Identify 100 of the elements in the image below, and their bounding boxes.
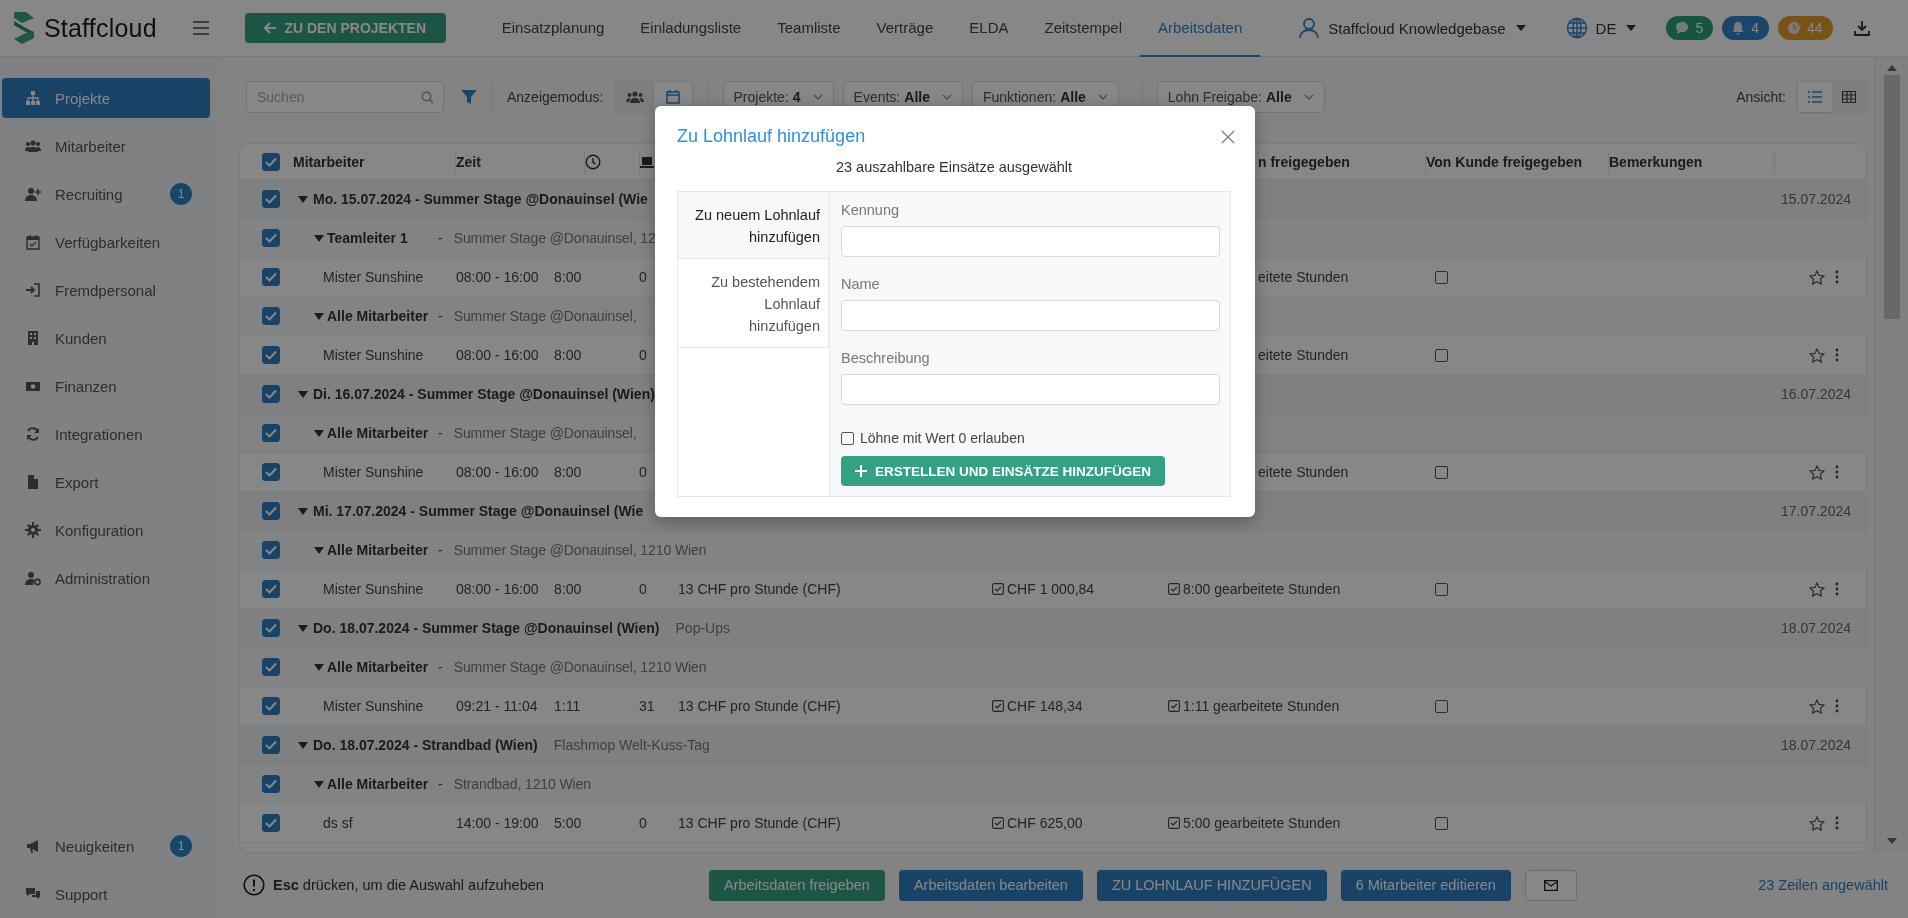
checkbox[interactable]: [1435, 699, 1448, 713]
sidebar-item[interactable]: Konfiguration: [2, 510, 210, 550]
caret-icon[interactable]: [298, 507, 308, 515]
caret-icon[interactable]: [314, 663, 324, 671]
more-icon[interactable]: [1835, 699, 1839, 713]
more-icon[interactable]: [1835, 465, 1839, 479]
more-icon[interactable]: [1835, 348, 1839, 362]
checkbox[interactable]: [262, 736, 280, 754]
column-header[interactable]: Von Kunde freigegeben: [1426, 153, 1583, 170]
checkbox[interactable]: [262, 424, 280, 442]
nav-tab[interactable]: Einsatzplanung: [483, 0, 623, 57]
caret-icon[interactable]: [314, 546, 324, 554]
sidebar-item[interactable]: Neuigkeiten 1: [2, 826, 210, 866]
caret-icon[interactable]: [298, 624, 308, 632]
input-field[interactable]: [841, 226, 1220, 257]
search-icon[interactable]: [421, 90, 434, 104]
action-button[interactable]: ZU LOHNLAUF HINZUFÜGEN: [1096, 869, 1327, 901]
more-icon[interactable]: [1835, 270, 1839, 284]
column-header[interactable]: Bemerkungen: [1609, 153, 1703, 170]
checkbox[interactable]: [262, 346, 280, 364]
sidebar-item[interactable]: Integrationen: [2, 414, 210, 454]
checkbox[interactable]: [262, 619, 280, 637]
checkbox[interactable]: [262, 814, 280, 832]
date-heading: Di. 16.07.2024 - Summer Stage @Donauinsel (Wien): [313, 386, 655, 402]
submit-button[interactable]: ERSTELLEN UND EINSÄTZE HINZUFÜGEN: [841, 456, 1165, 486]
star-icon[interactable]: [1809, 464, 1825, 480]
checkbox[interactable]: [262, 229, 280, 247]
caret-icon[interactable]: [298, 390, 308, 398]
more-icon[interactable]: [1835, 816, 1839, 830]
back-button[interactable]: ZU DEN PROJEKTEN: [244, 13, 446, 43]
checkbox[interactable]: [262, 775, 280, 793]
sidebar-item[interactable]: Fremdpersonal: [2, 270, 210, 310]
sidebar-item[interactable]: Export: [2, 462, 210, 502]
checkbox[interactable]: [262, 307, 280, 325]
sidebar-item[interactable]: Finanzen: [2, 366, 210, 406]
sidebar-item[interactable]: Recruiting 1: [2, 174, 210, 214]
caret-icon[interactable]: [314, 429, 324, 437]
action-button[interactable]: Arbeitsdaten bearbeiten: [898, 869, 1083, 901]
checkbox[interactable]: [1435, 348, 1448, 362]
input-field[interactable]: [841, 300, 1220, 331]
counter-badge[interactable]: 4: [1722, 16, 1770, 40]
download-icon[interactable]: [1854, 20, 1870, 36]
sidebar-item[interactable]: Support: [2, 874, 210, 914]
sidebar-item[interactable]: Projekte: [2, 78, 210, 118]
checkbox[interactable]: [262, 658, 280, 676]
caret-icon[interactable]: [298, 195, 308, 203]
star-icon[interactable]: [1809, 581, 1825, 597]
vertical-tab[interactable]: Zu neuem Lohnlauf hinzufügen: [678, 192, 829, 259]
scrollbar[interactable]: [1874, 57, 1908, 852]
star-icon[interactable]: [1809, 269, 1825, 285]
sidebar-item[interactable]: Kunden: [2, 318, 210, 358]
caret-icon[interactable]: [314, 234, 324, 242]
checkbox[interactable]: [1435, 816, 1448, 830]
checkbox[interactable]: [262, 541, 280, 559]
nav-tab[interactable]: Einladungsliste: [622, 0, 760, 57]
checkbox[interactable]: [262, 190, 280, 208]
nav-tab[interactable]: Zeitstempel: [1026, 0, 1140, 57]
star-icon[interactable]: [1809, 815, 1825, 831]
sidebar-item[interactable]: Mitarbeiter: [2, 126, 210, 166]
checkbox[interactable]: [262, 502, 280, 520]
checkbox[interactable]: [262, 268, 280, 286]
mail-button[interactable]: [1524, 869, 1577, 901]
checkbox[interactable]: [841, 431, 854, 445]
checkbox[interactable]: [262, 152, 280, 171]
checkbox[interactable]: [1435, 270, 1448, 284]
close-icon[interactable]: [1221, 129, 1235, 144]
column-header[interactable]: Mitarbeiter: [293, 153, 365, 170]
nav-tab[interactable]: Verträge: [858, 0, 952, 57]
star-icon[interactable]: [1809, 698, 1825, 714]
caret-icon[interactable]: [314, 312, 324, 320]
row-date: 18.07.2024: [1780, 620, 1851, 636]
language-menu[interactable]: DE: [1595, 19, 1617, 37]
sidebar-item[interactable]: Verfügbarkeiten: [2, 222, 210, 262]
more-icon[interactable]: [1835, 582, 1839, 596]
checkbox[interactable]: [262, 385, 280, 403]
separator-dash: -: [438, 230, 443, 246]
nav-tab[interactable]: ELDA: [951, 0, 1027, 57]
nav-tab[interactable]: Teamliste: [759, 0, 859, 57]
vertical-tab[interactable]: Zu bestehendem Lohnlauf hinzufügen: [678, 259, 829, 348]
checkbox[interactable]: [262, 463, 280, 481]
caret-icon[interactable]: [314, 780, 324, 788]
checkbox[interactable]: [1435, 582, 1448, 596]
action-button[interactable]: 6 Mitarbeiter editieren: [1340, 869, 1511, 901]
caret-icon[interactable]: [298, 741, 308, 749]
action-button[interactable]: Arbeitsdaten freigeben: [709, 869, 885, 901]
column-header[interactable]: n freigegeben: [1258, 153, 1350, 170]
selection-link[interactable]: 23 Zeilen angewählt: [1758, 877, 1888, 893]
counter-badge[interactable]: 5: [1666, 16, 1714, 40]
column-header[interactable]: Zeit: [456, 153, 481, 170]
filter-icon[interactable]: [460, 87, 478, 106]
checkbox[interactable]: [262, 697, 280, 715]
sidebar-item[interactable]: Administration: [2, 558, 210, 598]
input-field[interactable]: [841, 374, 1220, 405]
counter-badge[interactable]: 44: [1778, 16, 1833, 40]
star-icon[interactable]: [1809, 347, 1825, 363]
menu-icon[interactable]: [192, 21, 209, 35]
checkbox[interactable]: [1435, 465, 1448, 479]
list-view-toggle[interactable]: [1798, 81, 1832, 112]
checkbox[interactable]: [262, 580, 280, 598]
account-menu[interactable]: Staffcloud Knowledgebase: [1328, 19, 1506, 37]
